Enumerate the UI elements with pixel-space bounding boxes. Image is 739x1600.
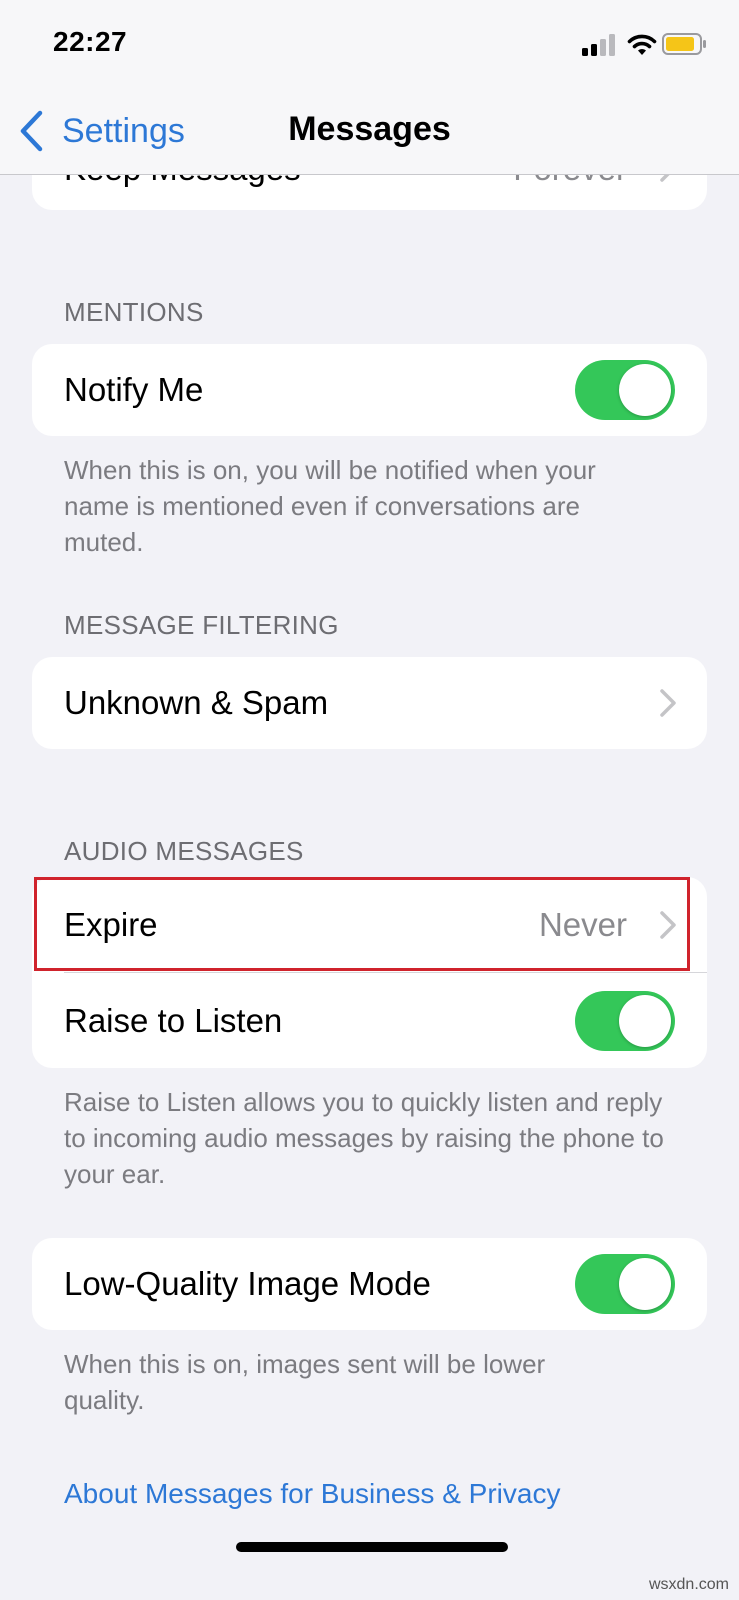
low-quality-card: Low-Quality Image Mode — [32, 1238, 707, 1330]
notify-me-label: Notify Me — [64, 371, 204, 408]
cellular-signal-icon — [582, 34, 615, 56]
chevron-right-icon — [660, 689, 676, 717]
low-quality-label: Low-Quality Image Mode — [64, 1265, 431, 1302]
home-indicator — [236, 1542, 508, 1552]
toggle-knob — [619, 1258, 671, 1310]
low-quality-footnote: When this is on, images sent will be low… — [64, 1349, 546, 1415]
battery-icon — [662, 33, 706, 55]
expire-row[interactable]: Expire Never — [32, 877, 707, 973]
mentions-header: MENTIONS — [64, 297, 204, 327]
low-quality-row: Low-Quality Image Mode — [32, 1238, 707, 1330]
audio-messages-card: Expire Never Raise to Listen — [32, 877, 707, 1068]
navigation-bar: Settings Messages — [0, 88, 739, 175]
expire-label: Expire — [64, 906, 158, 943]
unknown-spam-row[interactable]: Unknown & Spam — [32, 657, 707, 749]
toggle-knob — [619, 364, 671, 416]
expire-value: Never — [538, 906, 627, 943]
mentions-footnote: When this is on, you will be notified wh… — [64, 455, 596, 557]
mentions-card: Notify Me — [32, 344, 707, 436]
unknown-spam-label: Unknown & Spam — [64, 684, 329, 721]
notify-me-row: Notify Me — [32, 344, 707, 436]
toggle-knob — [619, 994, 671, 1047]
page-title: Messages — [0, 110, 739, 149]
notify-me-toggle[interactable] — [575, 360, 675, 420]
message-filtering-header: MESSAGE FILTERING — [64, 610, 339, 640]
raise-to-listen-toggle[interactable] — [575, 990, 675, 1051]
chevron-right-icon — [660, 911, 676, 939]
wifi-icon — [627, 34, 657, 55]
page-title-text: Messages — [288, 110, 451, 148]
audio-messages-header: AUDIO MESSAGES — [64, 836, 304, 866]
status-bar: 22:27 — [0, 0, 739, 88]
low-quality-toggle[interactable] — [575, 1254, 675, 1314]
watermark: wsxdn.com — [648, 1576, 729, 1593]
about-messages-link[interactable]: About Messages for Business & Privacy — [64, 1478, 560, 1510]
raise-to-listen-row: Raise to Listen — [32, 973, 707, 1068]
audio-messages-footnote: Raise to Listen allows you to quickly li… — [64, 1087, 664, 1189]
status-time: 22:27 — [53, 26, 128, 57]
message-filtering-card: Unknown & Spam — [32, 657, 707, 749]
raise-to-listen-label: Raise to Listen — [64, 1001, 283, 1039]
